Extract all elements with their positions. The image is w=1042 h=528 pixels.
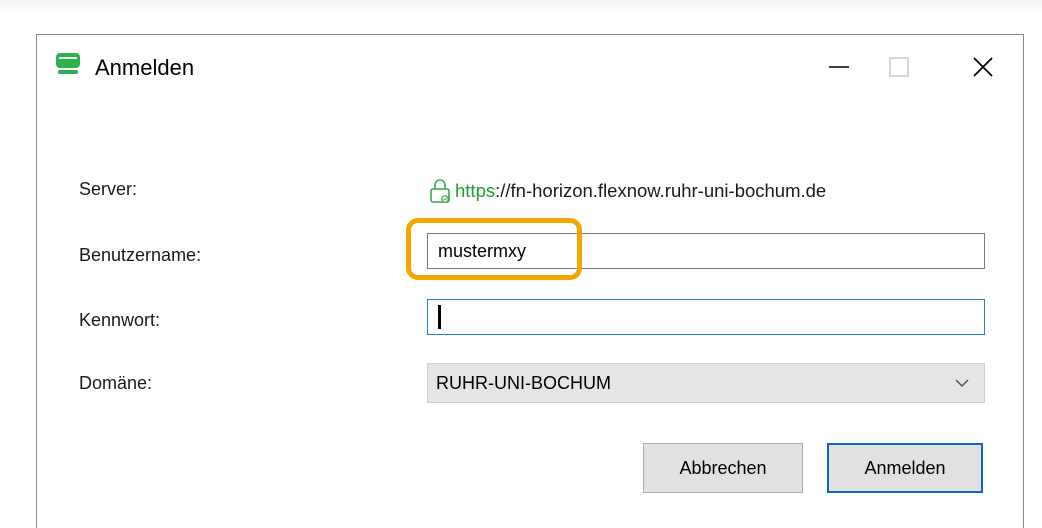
- maximize-icon: [889, 57, 909, 77]
- lock-icon: [430, 179, 450, 203]
- server-url: https://fn-horizon.flexnow.ruhr-uni-boch…: [429, 177, 826, 205]
- username-highlight: [406, 218, 582, 280]
- server-scheme: https: [455, 180, 496, 201]
- close-icon: [973, 57, 993, 77]
- maximize-button[interactable]: [869, 35, 929, 99]
- password-label: Kennwort:: [79, 310, 161, 330]
- domain-select[interactable]: RUHR-UNI-BOCHUM: [427, 363, 985, 403]
- title-bar[interactable]: Anmelden: [37, 35, 1023, 99]
- chevron-down-icon: [955, 379, 969, 388]
- login-button[interactable]: Anmelden: [827, 443, 983, 493]
- login-dialog: Anmelden Server: https://fn-horizon.flex: [36, 34, 1024, 528]
- cancel-button[interactable]: Abbrechen: [643, 443, 803, 493]
- domain-label: Domäne:: [79, 373, 153, 393]
- window-title: Anmelden: [95, 55, 195, 80]
- minimize-icon: [829, 66, 849, 68]
- domain-value: RUHR-UNI-BOCHUM: [436, 372, 611, 393]
- password-field[interactable]: [427, 299, 985, 335]
- server-label: Server:: [79, 179, 138, 199]
- username-label: Benutzername:: [79, 245, 202, 265]
- minimize-button[interactable]: [809, 35, 869, 99]
- close-button[interactable]: [953, 35, 1013, 99]
- server-address: ://fn-horizon.flexnow.ruhr-uni-bochum.de: [495, 180, 827, 201]
- text-caret: [438, 305, 441, 329]
- monitor-icon: [56, 53, 80, 74]
